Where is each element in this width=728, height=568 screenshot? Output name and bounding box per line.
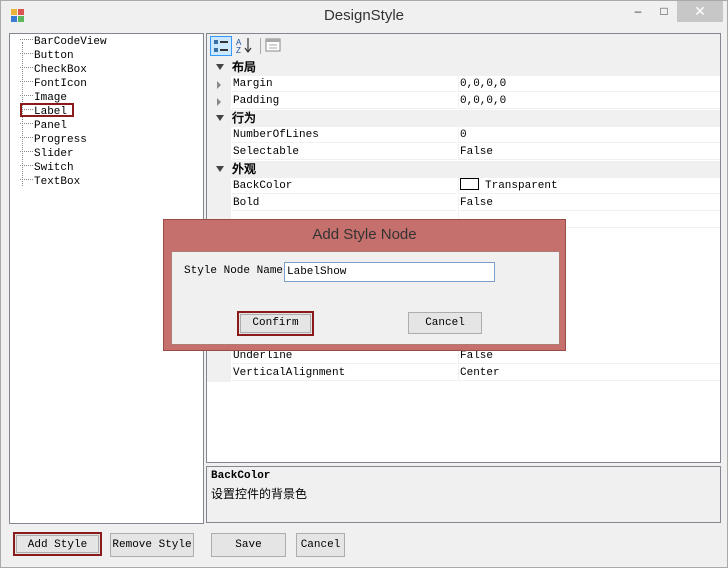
dialog-title: Add Style Node <box>312 226 417 243</box>
category-behavior[interactable]: 行为 <box>207 110 720 127</box>
description-text: 设置控件的背景色 <box>211 487 308 501</box>
tree-item-slider[interactable]: Slider <box>20 147 74 161</box>
remove-style-button[interactable]: Remove Style <box>110 533 194 557</box>
minimize-button[interactable]: – <box>625 1 651 22</box>
maximize-button[interactable]: □ <box>651 1 677 22</box>
svg-text:Z: Z <box>236 46 241 54</box>
toolbar-separator <box>260 38 261 54</box>
property-row-margin[interactable]: Margin 0,0,0,0 <box>207 76 720 93</box>
selected-item-highlight <box>20 103 74 117</box>
window-title: DesignStyle <box>323 7 405 24</box>
cancel-button[interactable]: Cancel <box>296 533 345 557</box>
tree-item-barcodeview[interactable]: BarCodeView <box>20 35 107 49</box>
add-style-node-dialog: Add Style Node Style Node Name LabelShow… <box>163 219 566 351</box>
tree-item-checkbox[interactable]: CheckBox <box>20 63 87 77</box>
collapse-arrow-icon[interactable] <box>216 166 224 172</box>
property-pages-button[interactable] <box>263 36 285 56</box>
property-description-panel: BackColor 设置控件的背景色 <box>206 466 721 523</box>
color-swatch <box>460 178 479 190</box>
category-layout[interactable]: 布局 <box>207 59 720 76</box>
tree-item-fonticon[interactable]: FontIcon <box>20 77 87 91</box>
style-node-name-label: Style Node Name <box>184 265 284 277</box>
collapse-arrow-icon[interactable] <box>216 115 224 121</box>
tree-item-textbox[interactable]: TextBox <box>20 175 80 189</box>
categorized-icon <box>214 40 228 52</box>
property-grid-toolbar: A Z <box>207 34 720 59</box>
property-row-padding[interactable]: Padding 0,0,0,0 <box>207 93 720 110</box>
dialog-body: Style Node Name LabelShow Confirm Cancel <box>171 251 560 345</box>
sort-az-icon: A Z <box>236 38 252 55</box>
tree-item-progress[interactable]: Progress <box>20 133 87 147</box>
close-button[interactable]: ✕ <box>677 1 723 22</box>
property-row-bold[interactable]: Bold False <box>207 195 720 212</box>
property-row-verticalalignment[interactable]: VerticalAlignment Center <box>207 365 720 382</box>
design-style-window: DesignStyle – □ ✕ BarCodeView Button Che… <box>0 0 728 568</box>
property-row-backcolor[interactable]: BackColor Transparent <box>207 178 720 195</box>
categorized-view-button[interactable] <box>210 36 232 56</box>
save-button[interactable]: Save <box>211 533 286 557</box>
category-appearance[interactable]: 外观 <box>207 161 720 178</box>
description-title: BackColor <box>211 470 271 482</box>
add-style-button[interactable]: Add Style <box>13 532 102 556</box>
expand-arrow-icon[interactable] <box>217 98 221 106</box>
style-node-name-input[interactable]: LabelShow <box>284 262 495 282</box>
tree-item-switch[interactable]: Switch <box>20 161 74 175</box>
dialog-cancel-button[interactable]: Cancel <box>408 312 482 334</box>
alphabetical-sort-button[interactable]: A Z <box>234 36 256 56</box>
title-bar: DesignStyle – □ ✕ <box>1 1 727 31</box>
property-row-selectable[interactable]: Selectable False <box>207 144 720 161</box>
expand-arrow-icon[interactable] <box>217 81 221 89</box>
tree-item-button[interactable]: Button <box>20 49 74 63</box>
property-pages-icon <box>265 38 281 52</box>
collapse-arrow-icon[interactable] <box>216 64 224 70</box>
property-row-numberoflines[interactable]: NumberOfLines 0 <box>207 127 720 144</box>
confirm-button[interactable]: Confirm <box>237 311 314 336</box>
tree-item-panel[interactable]: Panel <box>20 119 67 133</box>
